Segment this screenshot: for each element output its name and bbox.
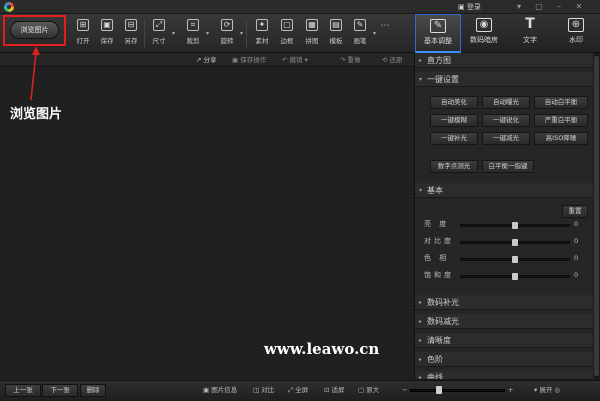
saturation-label: 饱和度 [424,271,454,279]
spot-metering-button[interactable]: 数字点测光 [430,160,478,173]
strict-white-balance-button[interactable]: 严重白平衡 [534,114,588,127]
section-clarity[interactable]: ▸ 清晰度 [415,333,593,348]
section-fill-light-label: 数码补光 [427,298,459,307]
expand-label: 展开 [539,386,553,394]
section-reduce-light-label: 数码减光 [427,317,459,326]
zoom-slider[interactable] [410,389,505,392]
tab-watermark[interactable]: ⊕ 水印 [553,14,599,53]
original-size-label: 原大 [366,386,380,394]
section-basic[interactable]: ▾ 基本 [415,183,593,198]
fullscreen-label: 全屏 [295,386,309,394]
annotation-label: 浏览图片 [10,107,63,122]
high-iso-denoise-button[interactable]: 高ISO降噪 [534,132,588,145]
hue-label: 色 相 [424,254,450,262]
reset-button[interactable]: 重置 [562,205,588,218]
section-histogram[interactable]: ▸ 直方图 [415,53,593,68]
brightness-slider-knob[interactable] [512,222,518,229]
watermark-text: www.leawo.cn [264,340,380,358]
hue-value: 0 [574,254,579,262]
chevron-right-icon: ▸ [419,374,423,380]
contrast-label: 对比度 [424,237,454,245]
section-reduce-light[interactable]: ▸ 数码减光 [415,314,593,329]
section-levels-label: 色阶 [427,355,443,364]
tab-darkroom-label: 数码暗房 [470,36,498,44]
one-click-fill-light-button[interactable]: 一键补光 [430,132,478,145]
original-size-button[interactable]: ▢ 原大 [358,385,379,396]
watermark-icon: ⊕ [568,18,584,32]
image-info-label: 图片信息 [211,386,238,394]
delete-button[interactable]: 删除 [80,384,106,397]
image-info-button[interactable]: ▣ 图片信息 [203,385,237,396]
section-curves-label: 曲线 [427,373,443,380]
chevron-right-icon: ▸ [419,337,423,344]
hue-slider-knob[interactable] [512,256,518,263]
previous-image-button[interactable]: 上一张 [5,384,41,397]
fit-screen-button[interactable]: ⊡ 适屏 [324,385,345,396]
section-basic-label: 基本 [427,186,443,195]
chevron-right-icon: ▸ [419,356,423,363]
compare-label: 对比 [261,386,275,394]
auto-white-balance-button[interactable]: 自动白平衡 [534,96,588,109]
brightness-value: 0 [574,220,579,228]
camera-icon: ◉ [476,18,492,32]
tab-basic-adjust-label: 基本调整 [424,37,452,45]
chevron-down-icon: ▾ [419,76,423,83]
saturation-slider-knob[interactable] [512,273,518,280]
fullscreen-button[interactable]: ⤢ 全屏 [288,385,308,396]
contrast-value: 0 [574,237,579,245]
auto-exposure-button[interactable]: 自动曝光 [482,96,530,109]
panel-scroll-thumb[interactable] [594,56,599,376]
adjust-icon: ✎ [430,19,446,33]
fit-screen-label: 适屏 [331,386,345,394]
section-fill-light[interactable]: ▸ 数码补光 [415,295,593,310]
section-histogram-label: 直方图 [427,56,451,65]
section-one-click[interactable]: ▾ 一键设置 [415,72,593,87]
tab-basic-adjust[interactable]: ✎ 基本调整 [415,14,461,53]
one-click-reduce-light-button[interactable]: 一键减光 [482,132,530,145]
chevron-right-icon: ▸ [419,318,423,325]
section-curves[interactable]: ▸ 曲线 [415,371,593,380]
tab-text-label: 文字 [523,36,537,44]
section-one-click-label: 一键设置 [427,75,459,84]
one-click-sharpen-button[interactable]: 一键锐化 [482,114,530,127]
zoom-out-button[interactable]: − [402,385,407,396]
contrast-slider-knob[interactable] [512,239,518,246]
tab-darkroom[interactable]: ◉ 数码暗房 [461,14,507,53]
one-click-blur-button[interactable]: 一键模糊 [430,114,478,127]
brightness-label: 亮 度 [424,220,450,228]
compare-button[interactable]: ◫ 对比 [253,385,274,396]
auto-beautify-button[interactable]: 自动美化 [430,96,478,109]
section-clarity-label: 清晰度 [427,336,451,345]
white-balance-picker-button[interactable]: 白平衡一指键 [482,160,534,173]
tab-watermark-label: 水印 [569,36,583,44]
zoom-in-button[interactable]: + [508,385,513,396]
section-levels[interactable]: ▸ 色阶 [415,352,593,367]
tab-text[interactable]: T 文字 [507,14,553,53]
chevron-right-icon: ▸ [419,57,423,64]
next-image-button[interactable]: 下一张 [42,384,78,397]
saturation-value: 0 [574,271,579,279]
text-icon: T [525,16,535,32]
zoom-slider-knob[interactable] [435,386,442,394]
chevron-down-icon: ▾ [419,187,423,194]
expand-button[interactable]: ▾ 展开 ◎ [534,385,560,396]
chevron-right-icon: ▸ [419,299,423,306]
